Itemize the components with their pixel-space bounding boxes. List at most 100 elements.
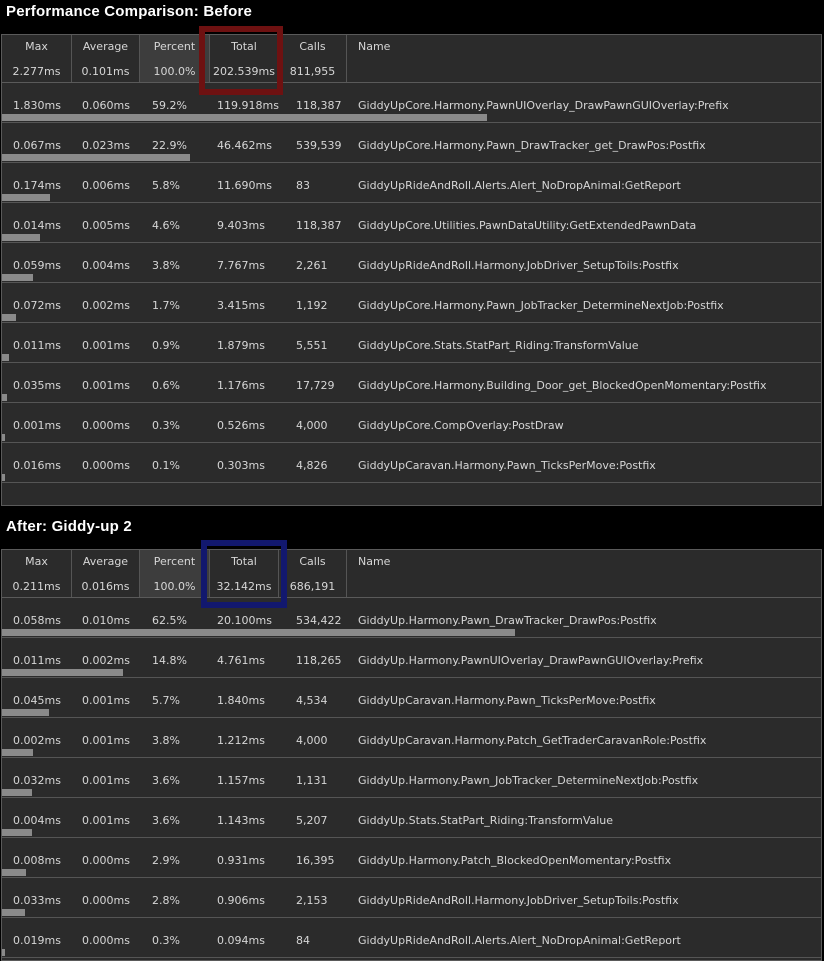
cell-max: 0.032ms (13, 774, 61, 787)
table-row[interactable]: 0.033ms 0.000ms 2.8% 0.906ms 2,153 GiddyUpRid… (2, 878, 821, 918)
table-row[interactable]: 0.019ms 0.000ms 0.3% 0.094ms 84 GiddyUpRideAn… (2, 918, 821, 958)
cell-name: GiddyUpRideAndRoll.Harmony.JobDriver_Set… (358, 259, 679, 272)
cell-calls: 16,395 (296, 854, 335, 867)
cell-calls: 1,192 (296, 299, 328, 312)
cell-avg: 0.000ms (82, 934, 130, 947)
percent-bar (2, 114, 487, 121)
before-col-name-header[interactable]: Name (347, 35, 821, 82)
percent-bar (2, 354, 9, 361)
cell-avg: 0.001ms (82, 814, 130, 827)
before-col-percent-header[interactable]: Percent 100.0% (140, 35, 210, 82)
cell-pct: 0.9% (152, 339, 180, 352)
percent-bar (2, 154, 190, 161)
table-row[interactable]: 0.004ms 0.001ms 3.6% 1.143ms 5,207 GiddyUp.St… (2, 798, 821, 838)
cell-calls: 539,539 (296, 139, 342, 152)
cell-total: 0.303ms (217, 459, 265, 472)
before-col-average-header[interactable]: Average 0.101ms (72, 35, 140, 82)
cell-pct: 2.8% (152, 894, 180, 907)
cell-total: 1.143ms (217, 814, 265, 827)
column-label: Name (358, 40, 391, 53)
percent-bar (2, 669, 123, 676)
cell-avg: 0.000ms (82, 419, 130, 432)
before-col-calls-header[interactable]: Calls 811,955 (279, 35, 347, 82)
table-row[interactable]: 0.045ms 0.001ms 5.7% 1.840ms 4,534 GiddyUpCar… (2, 678, 821, 718)
cell-name: GiddyUpCore.Harmony.PawnUIOverlay_DrawPa… (358, 99, 729, 112)
cell-name: GiddyUpCore.Stats.StatPart_Riding:Transf… (358, 339, 639, 352)
table-row[interactable]: 0.059ms 0.004ms 3.8% 7.767ms 2,261 GiddyUpRid… (2, 243, 821, 283)
percent-bar (2, 434, 5, 441)
table-row[interactable]: 0.032ms 0.001ms 3.6% 1.157ms 1,131 GiddyUp.Ha… (2, 758, 821, 798)
table-row[interactable]: 1.830ms 0.060ms 59.2% 119.918ms 118,387 Giddy… (2, 83, 821, 123)
cell-avg: 0.006ms (82, 179, 130, 192)
cell-pct: 62.5% (152, 614, 187, 627)
cell-max: 0.016ms (13, 459, 61, 472)
table-row[interactable]: 0.067ms 0.023ms 22.9% 46.462ms 539,539 GiddyU… (2, 123, 821, 163)
table-row[interactable]: 0.002ms 0.001ms 3.8% 1.212ms 4,000 GiddyUpCar… (2, 718, 821, 758)
percent-bar (2, 474, 5, 481)
cell-total: 46.462ms (217, 139, 272, 152)
cell-pct: 0.3% (152, 419, 180, 432)
after-col-percent-header[interactable]: Percent 100.0% (140, 550, 210, 597)
after-title: After: Giddy-up 2 (6, 518, 132, 535)
after-col-max-header[interactable]: Max 0.211ms (2, 550, 72, 597)
table-row[interactable]: 0.014ms 0.005ms 4.6% 9.403ms 118,387 GiddyUpC… (2, 203, 821, 243)
cell-pct: 5.8% (152, 179, 180, 192)
after-col-name-header[interactable]: Name (347, 550, 821, 597)
cell-total: 20.100ms (217, 614, 272, 627)
before-col-max-header[interactable]: Max 2.277ms (2, 35, 72, 82)
table-row[interactable]: 0.072ms 0.002ms 1.7% 3.415ms 1,192 GiddyUpCor… (2, 283, 821, 323)
percent-bar (2, 789, 32, 796)
column-summary-value: 0.211ms (12, 580, 61, 593)
cell-total: 0.931ms (217, 854, 265, 867)
column-label: Calls (299, 40, 326, 53)
cell-calls: 84 (296, 934, 310, 947)
percent-bar (2, 234, 40, 241)
cell-avg: 0.001ms (82, 734, 130, 747)
before-profiler-table: Max 2.277ms Average 0.101ms Percent 100.0% Tot… (1, 34, 822, 506)
cell-avg: 0.002ms (82, 299, 130, 312)
cell-name: GiddyUpRideAndRoll.Alerts.Alert_NoDropAn… (358, 934, 681, 947)
table-row[interactable]: 0.035ms 0.001ms 0.6% 1.176ms 17,729 GiddyUpCo… (2, 363, 821, 403)
cell-max: 0.035ms (13, 379, 61, 392)
before-col-total-header[interactable]: Total 202.539ms (210, 35, 279, 82)
table-row[interactable]: 0.011ms 0.002ms 14.8% 4.761ms 118,265 GiddyUp… (2, 638, 821, 678)
cell-calls: 4,000 (296, 734, 328, 747)
cell-avg: 0.023ms (82, 139, 130, 152)
cell-avg: 0.000ms (82, 459, 130, 472)
table-row[interactable]: 0.001ms 0.000ms 0.3% 0.526ms 4,000 GiddyUpCor… (2, 403, 821, 443)
cell-avg: 0.001ms (82, 774, 130, 787)
cell-avg: 0.002ms (82, 654, 130, 667)
cell-total: 1.879ms (217, 339, 265, 352)
after-table-header: Max 0.211ms Average 0.016ms Percent 100.0% Tot… (2, 550, 821, 598)
cell-calls: 4,000 (296, 419, 328, 432)
table-row[interactable]: 0.011ms 0.001ms 0.9% 1.879ms 5,551 GiddyUpCor… (2, 323, 821, 363)
column-label: Calls (299, 555, 326, 568)
table-row[interactable]: 0.016ms 0.000ms 0.1% 0.303ms 4,826 GiddyUpCar… (2, 443, 821, 483)
percent-bar (2, 749, 33, 756)
column-label: Percent (153, 40, 196, 53)
percent-bar (2, 709, 49, 716)
cell-pct: 59.2% (152, 99, 187, 112)
cell-max: 0.008ms (13, 854, 61, 867)
cell-name: GiddyUpCore.Utilities.PawnDataUtility:Ge… (358, 219, 697, 232)
percent-bar (2, 629, 515, 636)
column-label: Total (231, 555, 257, 568)
cell-total: 11.690ms (217, 179, 272, 192)
table-row[interactable]: 0.008ms 0.000ms 2.9% 0.931ms 16,395 GiddyUp.H… (2, 838, 821, 878)
cell-total: 1.176ms (217, 379, 265, 392)
cell-max: 0.058ms (13, 614, 61, 627)
cell-max: 0.033ms (13, 894, 61, 907)
after-col-calls-header[interactable]: Calls 686,191 (279, 550, 347, 597)
after-profiler-table: Max 0.211ms Average 0.016ms Percent 100.0% Tot… (1, 549, 822, 961)
cell-pct: 3.8% (152, 259, 180, 272)
before-table-header: Max 2.277ms Average 0.101ms Percent 100.0% Tot… (2, 35, 821, 83)
table-row[interactable]: 0.058ms 0.010ms 62.5% 20.100ms 534,422 GiddyU… (2, 598, 821, 638)
column-summary-value: 0.101ms (81, 65, 130, 78)
percent-bar (2, 314, 16, 321)
cell-avg: 0.004ms (82, 259, 130, 272)
after-col-average-header[interactable]: Average 0.016ms (72, 550, 140, 597)
table-row[interactable]: 0.174ms 0.006ms 5.8% 11.690ms 83 GiddyUpRideA… (2, 163, 821, 203)
after-col-total-header[interactable]: Total 32.142ms (210, 550, 279, 597)
column-label: Average (82, 40, 129, 53)
cell-calls: 118,387 (296, 99, 342, 112)
